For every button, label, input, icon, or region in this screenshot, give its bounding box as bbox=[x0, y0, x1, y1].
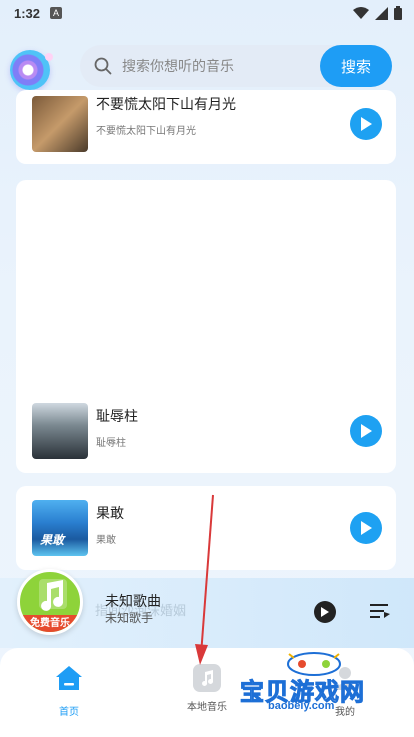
play-icon bbox=[361, 521, 372, 535]
signal-icon bbox=[375, 6, 388, 20]
watermark-url: baobeiy.com bbox=[268, 700, 335, 712]
status-bar: 1:32 A bbox=[0, 0, 414, 26]
watermark: 宝贝游戏网 baobeiy.com bbox=[236, 650, 396, 720]
app-logo-icon[interactable] bbox=[10, 50, 53, 90]
list-item[interactable]: 果敢 果敢 果敢 bbox=[16, 486, 396, 570]
playlist-icon[interactable] bbox=[370, 602, 390, 620]
album-cover-text: 果敢 bbox=[40, 533, 65, 547]
battery-icon bbox=[394, 6, 402, 20]
tab-label: 首页 bbox=[59, 707, 79, 718]
play-icon bbox=[361, 117, 372, 131]
play-icon bbox=[361, 424, 372, 438]
top-bar: 搜索你想听的音乐 搜索 bbox=[0, 40, 414, 96]
now-playing-title: 未知歌曲 bbox=[105, 593, 161, 609]
status-icons bbox=[353, 6, 402, 20]
song-title: 果敢 bbox=[96, 505, 124, 521]
play-button[interactable] bbox=[350, 512, 382, 544]
search-icon bbox=[94, 57, 112, 75]
song-subtitle: 果敢 bbox=[96, 535, 116, 546]
free-music-badge[interactable]: 免费音乐 bbox=[17, 569, 83, 635]
search-bar[interactable]: 搜索你想听的音乐 搜索 bbox=[80, 45, 392, 87]
now-playing-play-button[interactable] bbox=[314, 601, 336, 623]
notification-badge-icon: A bbox=[50, 7, 63, 19]
song-subtitle: 不要慌太阳下山有月光 bbox=[96, 126, 196, 137]
play-button[interactable] bbox=[350, 415, 382, 447]
wifi-icon bbox=[353, 6, 369, 19]
album-cover: 果敢 bbox=[32, 500, 88, 556]
list-item[interactable]: 耻辱柱 耻辱柱 bbox=[16, 389, 396, 473]
local-music-icon bbox=[193, 664, 221, 692]
search-button[interactable]: 搜索 bbox=[320, 45, 392, 87]
list-item[interactable]: 不要慌太阳下山有月光 不要慌太阳下山有月光 bbox=[16, 90, 396, 164]
status-time: 1:32 bbox=[14, 5, 41, 21]
song-subtitle: 耻辱柱 bbox=[96, 438, 126, 449]
music-note-icon bbox=[39, 579, 67, 611]
album-cover bbox=[32, 96, 88, 152]
tab-label: 本地音乐 bbox=[187, 702, 227, 713]
tab-local-music[interactable]: 本地音乐 bbox=[172, 664, 242, 713]
free-music-label: 免费音乐 bbox=[20, 615, 80, 632]
song-title: 不要慌太阳下山有月光 bbox=[96, 96, 236, 112]
play-button[interactable] bbox=[350, 108, 382, 140]
play-icon bbox=[321, 607, 329, 617]
tab-home[interactable]: 首页 bbox=[34, 664, 104, 718]
song-title: 耻辱柱 bbox=[96, 408, 138, 424]
now-playing-artist: 未知歌手 bbox=[105, 611, 154, 625]
album-cover bbox=[32, 403, 88, 459]
home-icon bbox=[56, 666, 82, 690]
